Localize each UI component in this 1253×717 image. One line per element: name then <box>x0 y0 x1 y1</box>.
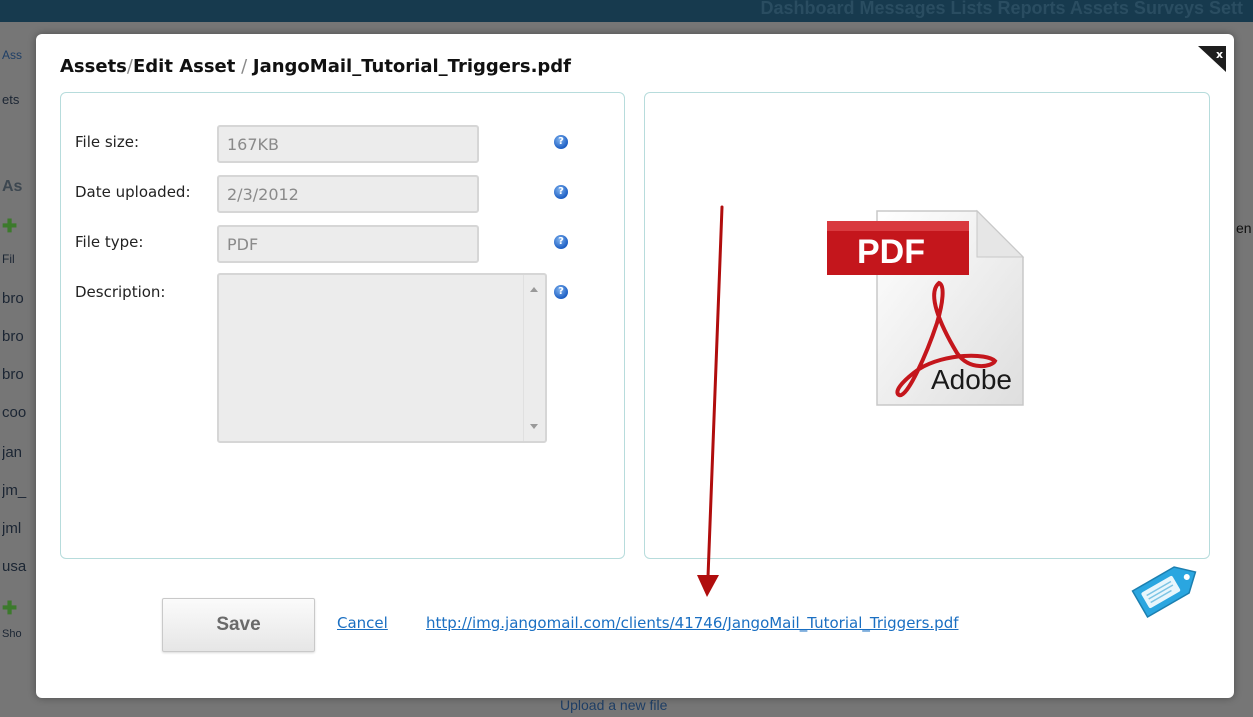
bg-heading: As <box>2 178 23 195</box>
breadcrumb-assets: Assets <box>60 56 127 77</box>
description-textarea[interactable] <box>217 273 547 443</box>
help-icon[interactable]: ? <box>554 285 568 299</box>
app-top-bar: Dashboard Messages Lists Reports Assets … <box>0 0 1253 22</box>
asset-details-panel: File size: 167KB ? Date uploaded: 2/3/20… <box>60 92 625 559</box>
bg-add-icon: ✚ <box>2 598 18 618</box>
bg-list-item: jml <box>2 520 22 537</box>
help-icon[interactable]: ? <box>554 185 568 199</box>
scroll-up-icon[interactable] <box>530 287 538 292</box>
breadcrumb-edit-asset: Edit Asset <box>132 56 236 77</box>
file-type-field[interactable]: PDF <box>217 225 479 263</box>
date-uploaded-field[interactable]: 2/3/2012 <box>217 175 479 213</box>
bg-add-icon: ✚ <box>2 216 18 236</box>
dialog-title: Assets/Edit Asset / JangoMail_Tutorial_T… <box>60 56 571 77</box>
pdf-badge-text: PDF <box>857 233 925 271</box>
svg-text:x: x <box>1216 48 1223 61</box>
date-uploaded-label: Date uploaded: <box>75 183 191 201</box>
scroll-down-icon[interactable] <box>530 424 538 429</box>
bg-list-item: coo <box>2 404 27 421</box>
breadcrumb-filename: JangoMail_Tutorial_Triggers.pdf <box>252 56 572 77</box>
bg-list-item: usa <box>2 558 27 575</box>
close-icon[interactable]: x <box>1194 44 1230 74</box>
help-icon[interactable]: ? <box>554 235 568 249</box>
bg-show-link: Sho <box>2 628 22 640</box>
help-icon[interactable]: ? <box>554 135 568 149</box>
adobe-brand-text: Adobe <box>931 364 1012 395</box>
bg-tab: ets <box>2 92 20 107</box>
bg-column-header: Fil <box>2 252 15 266</box>
bg-list-item: bro <box>2 290 24 307</box>
save-button[interactable]: Save <box>162 598 315 652</box>
bg-list-item: bro <box>2 366 24 383</box>
asset-url-link[interactable]: http://img.jangomail.com/clients/41746/J… <box>426 614 959 632</box>
main-nav: Dashboard Messages Lists Reports Assets … <box>760 0 1243 18</box>
edit-asset-dialog: Assets/Edit Asset / JangoMail_Tutorial_T… <box>36 34 1234 698</box>
bg-list-item: bro <box>2 328 24 345</box>
bg-list-item: jan <box>2 444 23 461</box>
description-label: Description: <box>75 283 166 301</box>
asset-preview-panel: PDF Adobe <box>644 92 1210 559</box>
breadcrumb-separator: / <box>235 56 253 77</box>
tag-icon[interactable] <box>1126 554 1206 624</box>
upload-new-file-link: Upload a new file <box>560 697 668 713</box>
cancel-link[interactable]: Cancel <box>337 614 388 632</box>
bg-list-item: jm_ <box>2 482 27 499</box>
description-scrollbar[interactable] <box>523 275 545 441</box>
file-size-label: File size: <box>75 133 140 151</box>
bg-breadcrumb: Ass <box>2 48 23 62</box>
bg-right-header: en <box>1236 220 1252 236</box>
file-type-label: File type: <box>75 233 144 251</box>
file-size-field[interactable]: 167KB <box>217 125 479 163</box>
pdf-file-icon: PDF Adobe <box>827 203 1037 413</box>
